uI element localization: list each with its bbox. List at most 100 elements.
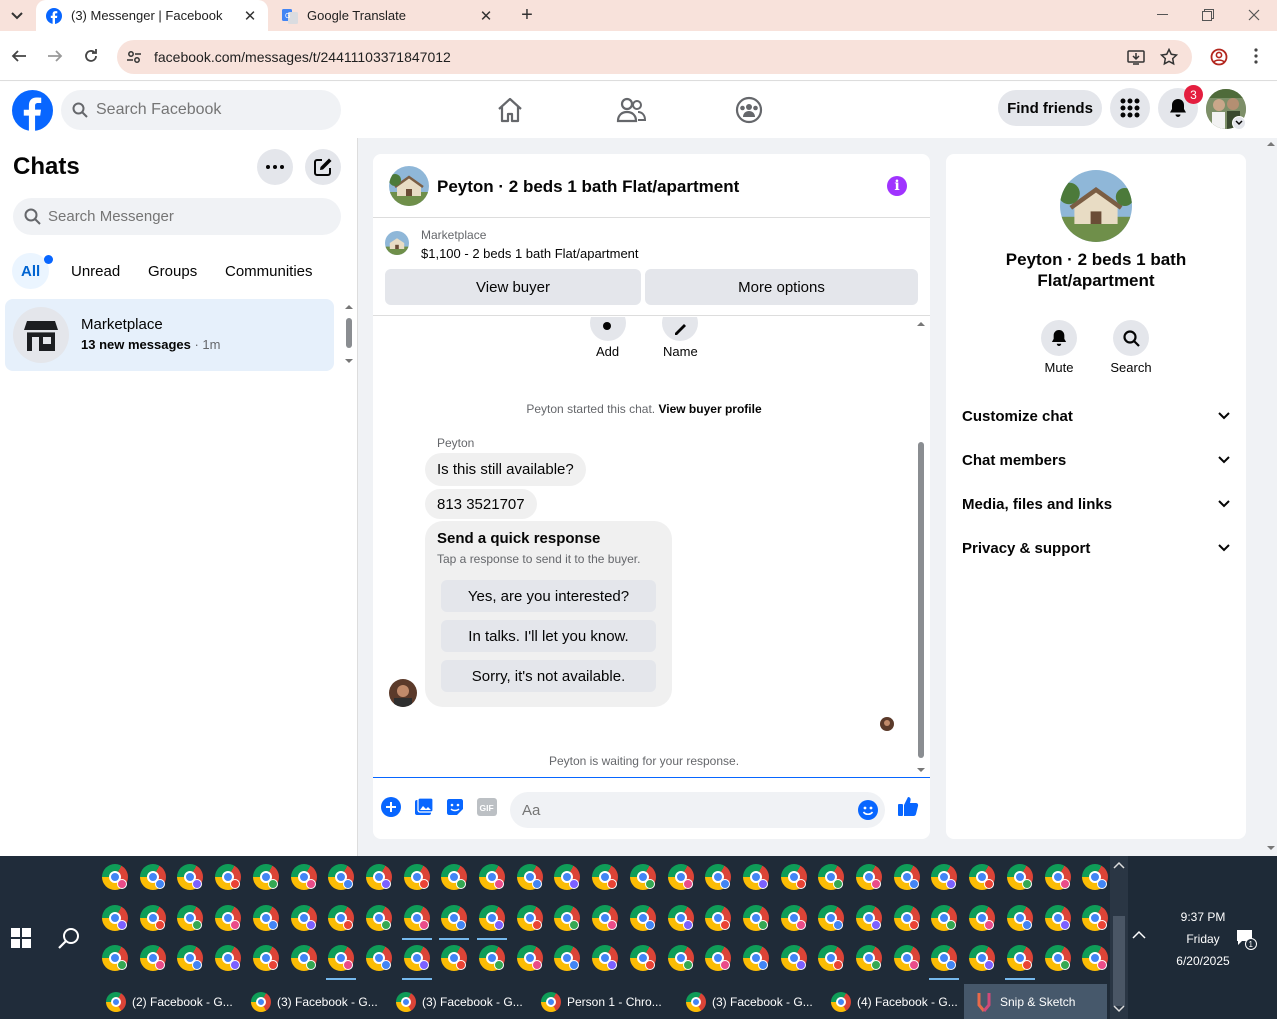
- view-buyer-profile-link[interactable]: View buyer profile: [658, 402, 761, 416]
- tray-chevron-up-icon[interactable]: [1132, 930, 1146, 940]
- chrome-shortcut-icon[interactable]: [554, 864, 581, 890]
- chrome-shortcut-icon[interactable]: [554, 904, 581, 931]
- chrome-shortcut-icon[interactable]: [177, 904, 204, 931]
- chrome-shortcut-icon[interactable]: [780, 864, 807, 890]
- close-tab-icon[interactable]: ✕: [242, 8, 258, 25]
- chrome-shortcut-icon[interactable]: [290, 864, 317, 890]
- close-tab-icon[interactable]: ✕: [478, 8, 494, 25]
- more-options-button[interactable]: More options: [645, 269, 918, 305]
- taskbar-item[interactable]: Person 1 - Chro...: [535, 984, 671, 1019]
- tab-google-translate[interactable]: G Google Translate ✕: [272, 0, 504, 31]
- messenger-search-input[interactable]: [48, 198, 328, 235]
- chrome-shortcut-icon[interactable]: [365, 904, 392, 931]
- chrome-shortcut-icon[interactable]: [705, 945, 732, 971]
- chrome-shortcut-icon[interactable]: [1006, 864, 1033, 890]
- search-in-chat-button[interactable]: [1113, 320, 1149, 356]
- chat-members-section[interactable]: Chat members: [962, 445, 1230, 475]
- sender-avatar[interactable]: [389, 679, 417, 707]
- message-bubble[interactable]: Is this still available?: [425, 453, 586, 486]
- emoji-icon[interactable]: [858, 800, 878, 820]
- chrome-shortcut-icon[interactable]: [479, 945, 505, 971]
- chrome-shortcut-icon[interactable]: [1006, 904, 1033, 931]
- profile-icon[interactable]: [1210, 48, 1228, 66]
- chrome-shortcut-icon[interactable]: [441, 945, 468, 971]
- message-bubble[interactable]: 813 3521707: [425, 489, 537, 519]
- chrome-shortcut-icon[interactable]: [441, 864, 468, 890]
- chrome-shortcut-icon[interactable]: [969, 945, 996, 971]
- new-message-button[interactable]: [305, 149, 341, 185]
- chrome-shortcut-icon[interactable]: [290, 945, 317, 971]
- chrome-shortcut-icon[interactable]: [592, 945, 619, 971]
- conversation-avatar[interactable]: [389, 166, 429, 206]
- browser-menu-icon[interactable]: [1243, 43, 1269, 69]
- chrome-shortcut-icon[interactable]: [969, 864, 996, 890]
- taskbar-item-snip-sketch[interactable]: Snip & Sketch: [964, 984, 1107, 1019]
- filter-groups[interactable]: Groups: [136, 253, 209, 289]
- chrome-shortcut-icon[interactable]: [365, 864, 392, 890]
- chrome-shortcut-icon[interactable]: [592, 904, 619, 931]
- facebook-logo-icon[interactable]: [12, 90, 53, 131]
- chrome-shortcut-icon[interactable]: [290, 904, 317, 931]
- taskbar-item[interactable]: (3) Facebook - G...: [245, 984, 381, 1019]
- chrome-shortcut-icon[interactable]: [931, 945, 958, 971]
- taskbar-item[interactable]: (3) Facebook - G...: [390, 984, 526, 1019]
- new-tab-button[interactable]: +: [516, 5, 538, 27]
- chrome-shortcut-icon[interactable]: [1044, 945, 1071, 971]
- mute-button[interactable]: [1041, 320, 1077, 356]
- chrome-shortcut-icon[interactable]: [1044, 864, 1071, 890]
- chrome-shortcut-icon[interactable]: [215, 904, 242, 931]
- chrome-shortcut-icon[interactable]: [893, 945, 920, 971]
- tab-search-chevron-icon[interactable]: [6, 6, 28, 26]
- account-chevron-icon[interactable]: [1232, 116, 1246, 130]
- facebook-search[interactable]: [61, 90, 341, 130]
- taskbar-search-icon[interactable]: [57, 926, 81, 950]
- action-center-icon[interactable]: 1: [1235, 928, 1257, 950]
- forward-icon[interactable]: [42, 43, 68, 69]
- chrome-shortcut-icon[interactable]: [403, 904, 430, 931]
- filter-communities[interactable]: Communities: [213, 253, 325, 289]
- chrome-shortcut-icon[interactable]: [479, 904, 505, 931]
- chrome-shortcut-icon[interactable]: [742, 945, 769, 971]
- close-window-icon[interactable]: [1242, 4, 1266, 26]
- plus-circle-icon[interactable]: [381, 797, 401, 817]
- address-bar[interactable]: facebook.com/messages/t/2441110337184701…: [117, 40, 1228, 74]
- photo-icon[interactable]: [414, 797, 434, 817]
- chrome-shortcut-icon[interactable]: [856, 904, 882, 931]
- gif-icon[interactable]: GIF: [477, 797, 497, 817]
- quick-response-yes[interactable]: Yes, are you interested?: [441, 580, 656, 612]
- chrome-shortcut-icon[interactable]: [102, 945, 128, 971]
- home-icon[interactable]: [496, 96, 524, 124]
- chats-scrollbar[interactable]: [343, 301, 355, 369]
- messenger-search[interactable]: [13, 198, 341, 235]
- chrome-shortcut-icon[interactable]: [1044, 904, 1071, 931]
- chrome-shortcut-icon[interactable]: [1006, 945, 1033, 971]
- chats-options-button[interactable]: [257, 149, 293, 185]
- chrome-shortcut-icon[interactable]: [516, 904, 543, 931]
- chrome-shortcut-icon[interactable]: [818, 945, 845, 971]
- add-person-button[interactable]: [590, 317, 626, 341]
- back-icon[interactable]: [6, 43, 32, 69]
- find-friends-button[interactable]: Find friends: [998, 90, 1102, 126]
- chrome-shortcut-icon[interactable]: [252, 945, 279, 971]
- chrome-shortcut-icon[interactable]: [629, 945, 656, 971]
- chrome-shortcut-icon[interactable]: [102, 904, 128, 931]
- chrome-shortcut-icon[interactable]: [328, 904, 355, 931]
- chrome-shortcut-icon[interactable]: [403, 864, 430, 890]
- chrome-shortcut-icon[interactable]: [893, 904, 920, 931]
- chrome-shortcut-icon[interactable]: [667, 904, 694, 931]
- reload-icon[interactable]: [78, 43, 104, 69]
- media-files-links-section[interactable]: Media, files and links: [962, 489, 1230, 519]
- site-info-icon[interactable]: [126, 49, 142, 65]
- facebook-search-input[interactable]: [96, 90, 326, 130]
- thread-scrollbar[interactable]: [915, 318, 927, 776]
- chrome-shortcut-icon[interactable]: [856, 945, 882, 971]
- chrome-shortcut-icon[interactable]: [139, 864, 166, 890]
- name-chat-button[interactable]: [662, 317, 698, 341]
- chrome-shortcut-icon[interactable]: [856, 864, 882, 890]
- view-buyer-button[interactable]: View buyer: [385, 269, 641, 305]
- chrome-shortcut-icon[interactable]: [252, 904, 279, 931]
- install-app-icon[interactable]: [1127, 48, 1145, 66]
- groups-icon[interactable]: [735, 96, 763, 124]
- restore-icon[interactable]: [1196, 4, 1220, 26]
- chrome-shortcut-icon[interactable]: [328, 945, 355, 971]
